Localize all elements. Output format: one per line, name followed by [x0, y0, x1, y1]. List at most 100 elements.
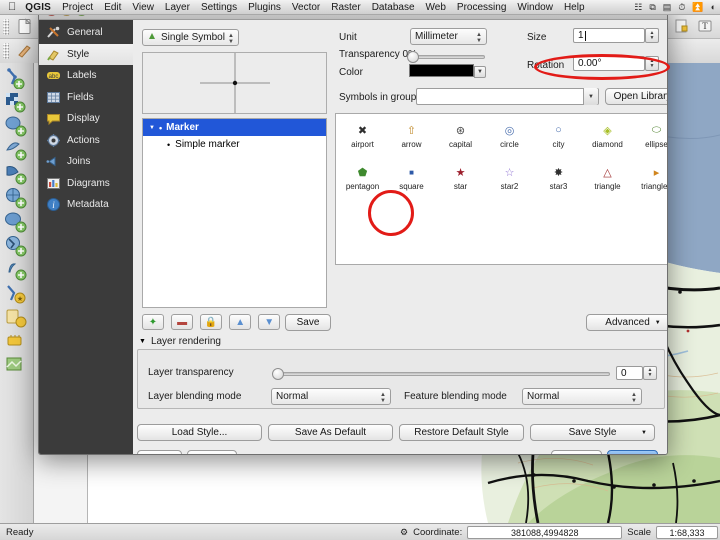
- sidebar-item-style[interactable]: Style: [39, 43, 133, 65]
- tree-row-marker[interactable]: ▼ • Marker: [143, 119, 326, 136]
- transparency-slider-knob[interactable]: [407, 51, 419, 63]
- menu-processing[interactable]: Processing: [457, 2, 506, 13]
- apple-menu-icon[interactable]: : [8, 1, 16, 13]
- symbol-ellipse[interactable]: ⬭ ellipse: [632, 120, 667, 150]
- symbol-square[interactable]: ■ square: [387, 162, 436, 192]
- new-shapefile-layer-icon[interactable]: ★: [4, 282, 30, 305]
- render-icon[interactable]: ⚙: [400, 527, 408, 538]
- add-postgis-layer-icon[interactable]: [4, 114, 30, 137]
- copy-icon[interactable]: ⧉: [649, 2, 655, 13]
- cancel-button[interactable]: Cancel: [551, 450, 602, 454]
- color-dropdown-arrow-icon[interactable]: ▼: [474, 66, 486, 78]
- symbol-star[interactable]: ★ star: [436, 162, 485, 192]
- symbol-city[interactable]: ○ city: [534, 120, 583, 149]
- symbol-arrow[interactable]: ⇧ arrow: [387, 120, 436, 150]
- advanced-button[interactable]: Advanced ▼: [586, 314, 667, 331]
- add-spatialite-layer-icon[interactable]: [4, 138, 30, 161]
- collapse-arrow-icon[interactable]: ▼: [139, 338, 146, 345]
- add-delimited-text-layer-icon[interactable]: [4, 258, 30, 281]
- sidebar-item-actions[interactable]: Actions: [39, 130, 133, 152]
- menu-view[interactable]: View: [132, 2, 154, 13]
- embed-layers-icon[interactable]: [4, 354, 30, 377]
- symbol-airport[interactable]: ✖ airport: [338, 120, 387, 150]
- expand-arrow-icon[interactable]: ▼: [149, 125, 155, 131]
- save-style-button[interactable]: Save Style ▼: [530, 424, 655, 441]
- wifi-icon[interactable]: ◐: [711, 2, 716, 12]
- menu-layer[interactable]: Layer: [165, 2, 190, 13]
- menu-web[interactable]: Web: [426, 2, 446, 13]
- size-input[interactable]: 1 ▲ ▼: [573, 28, 659, 43]
- feature-blending-select[interactable]: Normal ▲ ▼: [522, 388, 642, 405]
- color-swatch[interactable]: [409, 64, 474, 77]
- symbol-circle[interactable]: ◎ circle: [485, 120, 534, 150]
- timemachine-icon[interactable]: ⏱: [678, 2, 685, 13]
- renderer-select[interactable]: Single Symbol ▲ ▼: [142, 29, 239, 46]
- symbol-triangle[interactable]: △ triangle: [583, 162, 632, 192]
- layer-transparency-slider-knob[interactable]: [272, 368, 284, 380]
- sidebar-item-diagrams[interactable]: Diagrams: [39, 173, 133, 195]
- layer-rendering-header[interactable]: ▼ Layer rendering: [139, 336, 221, 347]
- save-as-default-button[interactable]: Save As Default: [268, 424, 393, 441]
- unit-select[interactable]: Millimeter ▲ ▼: [410, 28, 487, 45]
- layer-blending-select[interactable]: Normal ▲ ▼: [271, 388, 391, 405]
- symbol-capital[interactable]: ⊛ capital: [436, 120, 485, 150]
- toolbar-grip-icon[interactable]: [3, 43, 9, 59]
- add-raster-layer-icon[interactable]: [4, 90, 30, 113]
- dropbox-icon[interactable]: ☷: [634, 2, 642, 13]
- chevron-down-icon[interactable]: ▼: [583, 88, 598, 105]
- bluetooth-icon[interactable]: ⏫: [692, 2, 703, 13]
- new-map-note-icon[interactable]: [672, 17, 691, 36]
- text-annotation-icon[interactable]: T: [696, 17, 715, 36]
- save-symbol-button[interactable]: Save: [285, 314, 331, 331]
- add-symbol-layer-button[interactable]: ✦: [142, 314, 164, 330]
- toggle-editing-icon[interactable]: [15, 41, 34, 60]
- symbol-diamond[interactable]: ◈ diamond: [583, 120, 632, 150]
- symbol-gallery[interactable]: ✖ airport ⇧ arrow ⊛ capital ◎ circle ○ c…: [335, 113, 667, 265]
- symbol-triangle2[interactable]: ▸ triangle2: [632, 162, 667, 192]
- sidebar-item-labels[interactable]: abc Labels: [39, 65, 133, 87]
- transparency-slider-track[interactable]: [408, 55, 485, 59]
- symbol-star3[interactable]: ✸ star3: [534, 162, 583, 192]
- sidebar-item-metadata[interactable]: i Metadata: [39, 194, 133, 216]
- menu-help[interactable]: Help: [564, 2, 585, 13]
- scale-input[interactable]: 1:68,333: [656, 525, 718, 539]
- sidebar-item-general[interactable]: General: [39, 22, 133, 44]
- display-icon[interactable]: ▤: [663, 2, 672, 13]
- sidebar-item-fields[interactable]: Fields: [39, 87, 133, 109]
- add-mssql-layer-icon[interactable]: [4, 162, 30, 185]
- open-library-button[interactable]: Open Library: [605, 88, 667, 105]
- add-wms-layer-icon[interactable]: [4, 186, 30, 209]
- symbols-group-select[interactable]: ▼: [416, 88, 599, 105]
- menu-project[interactable]: Project: [62, 2, 93, 13]
- remove-symbol-layer-button[interactable]: ▬: [171, 314, 194, 330]
- menu-vector[interactable]: Vector: [292, 2, 320, 13]
- symbol-star2[interactable]: ☆ star2: [485, 162, 534, 192]
- add-wcs-layer-icon[interactable]: [4, 210, 30, 233]
- apply-button[interactable]: Apply: [187, 450, 237, 454]
- menu-edit[interactable]: Edit: [104, 2, 121, 13]
- ok-button[interactable]: OK: [607, 450, 658, 454]
- add-wfs-layer-icon[interactable]: [4, 234, 30, 257]
- menu-app-name[interactable]: QGIS: [25, 2, 51, 13]
- tree-row-simple-marker[interactable]: • Simple marker: [143, 136, 326, 153]
- menu-raster[interactable]: Raster: [331, 2, 360, 13]
- layer-transparency-slider-track[interactable]: [274, 372, 610, 376]
- help-button[interactable]: Help: [137, 450, 182, 454]
- add-vector-layer-icon[interactable]: [4, 66, 30, 90]
- size-stepper[interactable]: ▲ ▼: [645, 28, 659, 43]
- menu-plugins[interactable]: Plugins: [248, 2, 281, 13]
- sidebar-item-display[interactable]: Display: [39, 108, 133, 130]
- move-up-button[interactable]: ▲: [229, 314, 252, 330]
- menu-window[interactable]: Window: [517, 2, 553, 13]
- new-memory-layer-icon[interactable]: [4, 330, 30, 353]
- coordinate-input[interactable]: 381088,4994828: [467, 525, 623, 539]
- rotation-input[interactable]: 0.00° ▲ ▼: [573, 56, 659, 71]
- symbol-layer-tree[interactable]: ▼ • Marker • Simple marker: [142, 118, 327, 308]
- toolbar-grip-icon[interactable]: [3, 19, 9, 35]
- move-down-button[interactable]: ▼: [258, 314, 281, 330]
- layer-transparency-stepper[interactable]: ▲ ▼: [643, 366, 657, 380]
- lock-symbol-layer-button[interactable]: 🔒: [200, 314, 223, 330]
- sidebar-item-joins[interactable]: Joins: [39, 151, 133, 173]
- load-style-button[interactable]: Load Style...: [137, 424, 262, 441]
- restore-default-style-button[interactable]: Restore Default Style: [399, 424, 524, 441]
